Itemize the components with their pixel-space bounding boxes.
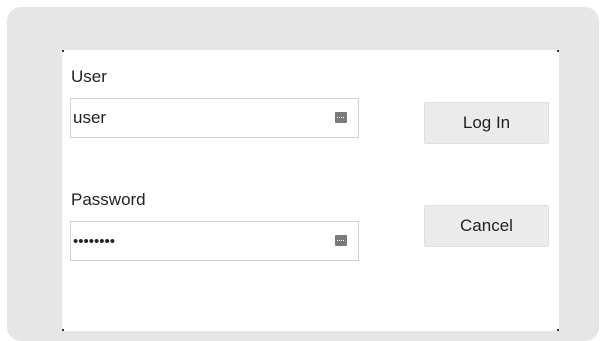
panel-corner-mark — [557, 329, 559, 331]
cancel-button[interactable]: Cancel — [424, 205, 549, 247]
key-icon[interactable] — [335, 235, 347, 246]
password-label: Password — [71, 190, 146, 209]
login-panel: User Password Log In Cancel — [62, 50, 559, 331]
user-label: User — [71, 67, 107, 86]
password-field[interactable] — [70, 221, 359, 261]
panel-corner-mark — [557, 50, 559, 52]
log-in-button[interactable]: Log In — [424, 102, 549, 144]
user-field[interactable] — [70, 98, 359, 138]
panel-corner-mark — [62, 329, 64, 331]
window-background: User Password Log In Cancel — [7, 7, 599, 341]
panel-corner-mark — [62, 50, 64, 52]
password-input[interactable] — [71, 222, 323, 260]
key-icon[interactable] — [335, 112, 347, 123]
user-input[interactable] — [71, 99, 323, 137]
